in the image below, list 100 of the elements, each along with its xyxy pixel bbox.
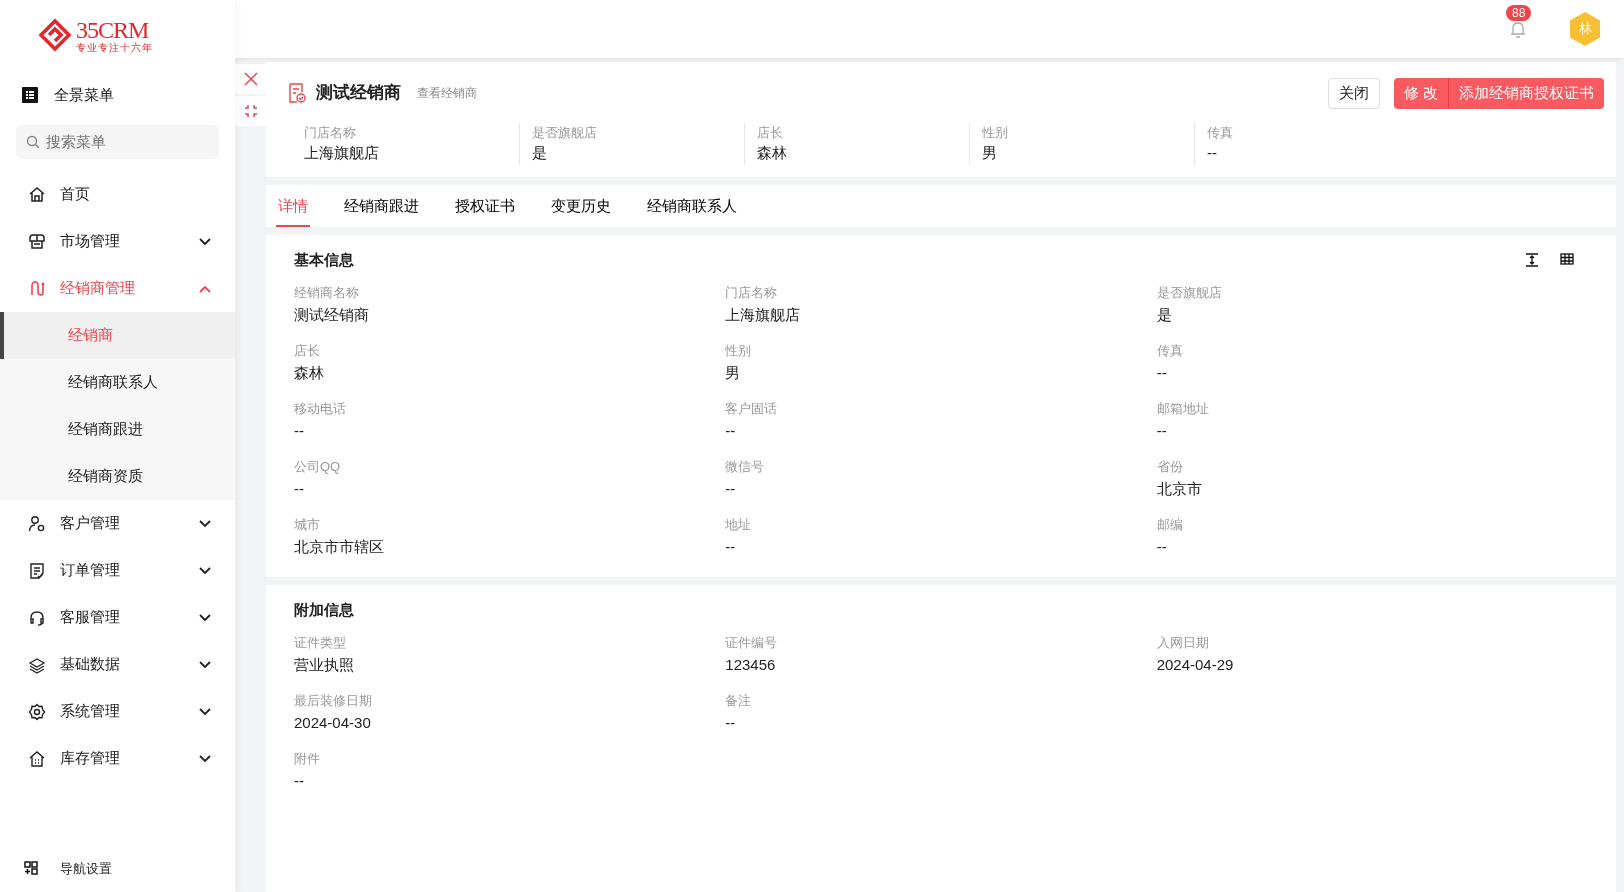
store-icon: [28, 232, 46, 251]
field-value: --: [294, 479, 305, 499]
field-label: 地址: [725, 516, 753, 534]
close-icon: [243, 72, 258, 86]
page-subtitle: 查看经销商: [417, 85, 478, 103]
field-label: 城市: [294, 516, 321, 534]
close-button[interactable]: [235, 64, 266, 94]
headset-icon: [28, 608, 46, 627]
tab[interactable]: 经销商跟进: [342, 184, 421, 227]
tab[interactable]: 授权证书: [453, 184, 517, 227]
field-label: 邮编: [1156, 516, 1184, 534]
field-label: 备注: [725, 692, 753, 710]
tab[interactable]: 经销商联系人: [645, 184, 739, 227]
close-page-button[interactable]: 关闭: [1327, 78, 1380, 109]
sidebar-item[interactable]: 客户管理: [0, 500, 235, 547]
chevron-down-icon: [199, 660, 211, 669]
row-height-icon[interactable]: [1525, 253, 1539, 267]
warehouse-icon: [28, 749, 46, 768]
field-label: 传真: [1207, 123, 1234, 142]
field-label: 移动电话: [294, 400, 347, 418]
field-value: 上海旗舰店: [725, 305, 802, 325]
field-label: 邮箱地址: [1156, 400, 1210, 418]
collapse-button[interactable]: [235, 96, 266, 126]
field-value: 123456: [725, 655, 777, 675]
chevron-down-icon: [199, 519, 211, 528]
grid-add-icon: [24, 861, 38, 876]
field-label: 传真: [1156, 342, 1184, 360]
field-value: 北京市: [1156, 479, 1203, 499]
chevron-down-icon: [199, 237, 211, 246]
sidebar-item[interactable]: 基础数据: [0, 641, 235, 688]
sidebar-item[interactable]: 客服管理: [0, 594, 235, 641]
field-value: --: [1156, 421, 1168, 441]
sidebar-item[interactable]: 库存管理: [0, 735, 235, 782]
field-value: --: [294, 771, 305, 791]
table-icon[interactable]: [1560, 253, 1574, 265]
field-label: 入网日期: [1156, 634, 1210, 652]
sidebar-item[interactable]: 首页: [0, 171, 235, 218]
chevron-down-icon: [199, 754, 211, 763]
logo-text: 35CRM: [76, 17, 150, 42]
field-value: 男: [982, 143, 998, 163]
search-field[interactable]: 搜索菜单: [16, 124, 219, 159]
grid-menu-icon: [22, 87, 38, 104]
field-value: 2024-04-29: [1156, 655, 1235, 675]
field-value: --: [1207, 143, 1218, 163]
field-label: 门店名称: [725, 284, 779, 302]
field-value: --: [725, 713, 737, 733]
sidebar-item[interactable]: 订单管理: [0, 547, 235, 594]
tab[interactable]: 变更历史: [549, 184, 613, 227]
field-label: 省份: [1156, 458, 1184, 476]
notification-badge: 88: [1506, 4, 1532, 21]
field-label: 门店名称: [304, 123, 357, 142]
logo-icon: [38, 18, 72, 52]
field-label: 公司QQ: [294, 458, 342, 476]
chevron-down-icon: [199, 613, 211, 622]
chevron-down-icon: [199, 707, 211, 716]
field-label: 微信号: [725, 458, 766, 476]
field-label: 性别: [982, 123, 1009, 142]
field-value: 营业执照: [294, 655, 355, 675]
field-label: 客户固话: [725, 400, 779, 418]
submenu-item[interactable]: 经销商跟进: [0, 406, 235, 453]
field-label: 证件类型: [294, 634, 347, 652]
chevron-up-icon: [199, 284, 211, 293]
logo-tagline: 专业专注十六年: [76, 41, 153, 53]
field-value: --: [294, 421, 305, 441]
sidebar-item[interactable]: 经销商管理: [0, 265, 235, 312]
field-label: 最后装修日期: [294, 692, 373, 710]
collapse-icon: [243, 104, 258, 118]
gear-icon: [28, 702, 46, 721]
field-value: 森林: [294, 363, 325, 383]
full-menu-link[interactable]: 全景菜单: [54, 84, 114, 107]
bell-icon[interactable]: [1510, 20, 1526, 39]
field-value: 森林: [757, 143, 788, 163]
route-icon: [28, 279, 46, 298]
field-value: 北京市市辖区: [294, 537, 385, 557]
field-label: 店长: [757, 123, 784, 142]
submenu-item[interactable]: 经销商资质: [0, 453, 235, 500]
field-label: 店长: [294, 342, 321, 360]
page-title: 测试经销商: [316, 83, 401, 104]
user-gear-icon: [28, 514, 46, 533]
nav-settings-link[interactable]: 导航设置: [60, 858, 112, 878]
field-label: 经销商名称: [294, 284, 360, 302]
field-label: 是否旗舰店: [532, 123, 598, 142]
sidebar-item[interactable]: 系统管理: [0, 688, 235, 735]
field-value: --: [1156, 537, 1168, 557]
field-label: 证件编号: [725, 634, 779, 652]
field-value: --: [725, 421, 737, 441]
field-value: 是: [532, 143, 548, 163]
submenu-item[interactable]: 经销商联系人: [0, 359, 235, 406]
field-value: 测试经销商: [294, 305, 370, 325]
field-value: 2024-04-30: [294, 713, 372, 733]
field-value: --: [1156, 363, 1168, 383]
section-title: 附加信息: [294, 601, 354, 619]
field-label: 是否旗舰店: [1156, 284, 1223, 302]
section-title: 基本信息: [294, 251, 354, 269]
field-label: 性别: [725, 342, 753, 360]
tab[interactable]: 详情: [276, 184, 310, 227]
document-check-icon: [288, 83, 306, 104]
sidebar-item[interactable]: 市场管理: [0, 218, 235, 265]
field-label: 附件: [294, 750, 321, 768]
field-value: --: [725, 479, 737, 499]
